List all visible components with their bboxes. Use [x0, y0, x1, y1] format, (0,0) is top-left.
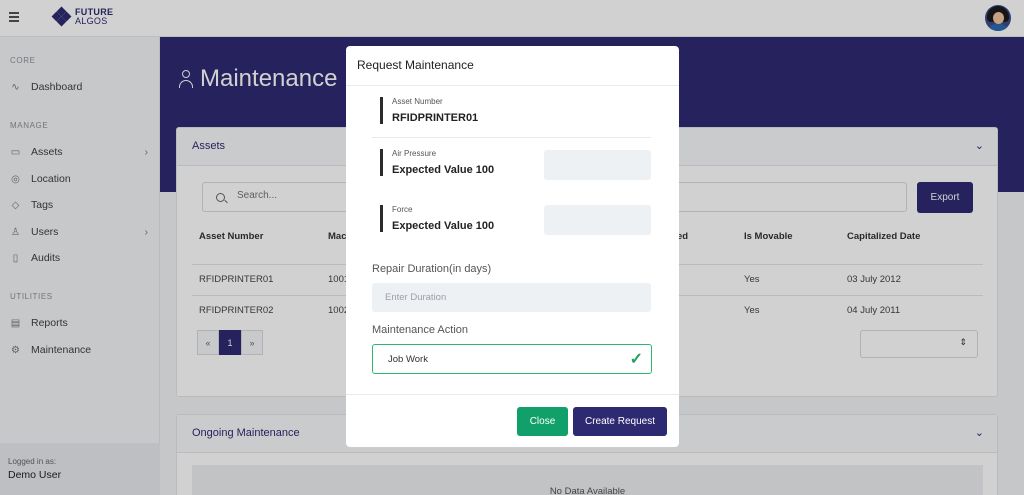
air-pressure-input[interactable]	[544, 150, 651, 180]
asset-number-field: Asset Number RFIDPRINTER01	[380, 97, 478, 124]
asset-number-value: RFIDPRINTER01	[392, 112, 479, 124]
checkmark-icon: ✓	[629, 351, 643, 368]
air-pressure-expected: Expected Value 100	[392, 164, 495, 176]
create-request-button[interactable]: Create Request	[573, 407, 667, 436]
asset-number-label: Asset Number	[392, 97, 443, 106]
repair-duration-label: Repair Duration(in days)	[372, 263, 492, 275]
modal-title: Request Maintenance	[357, 58, 474, 72]
force-label: Force	[392, 205, 413, 214]
maintenance-action-label: Maintenance Action	[372, 324, 469, 336]
air-pressure-label: Air Pressure	[392, 149, 437, 158]
air-pressure-field: Air Pressure Expected Value 100	[380, 149, 494, 176]
maintenance-action-value: Job Work	[388, 354, 428, 365]
close-button[interactable]: Close	[517, 407, 568, 436]
repair-duration-input[interactable]: Enter Duration	[372, 283, 651, 312]
maintenance-action-select[interactable]: Job Work ✓	[372, 344, 652, 374]
request-maintenance-modal: Request Maintenance Asset Number RFIDPRI…	[346, 46, 679, 447]
force-field: Force Expected Value 100	[380, 205, 494, 232]
force-input[interactable]	[544, 205, 651, 235]
force-expected: Expected Value 100	[392, 220, 495, 232]
